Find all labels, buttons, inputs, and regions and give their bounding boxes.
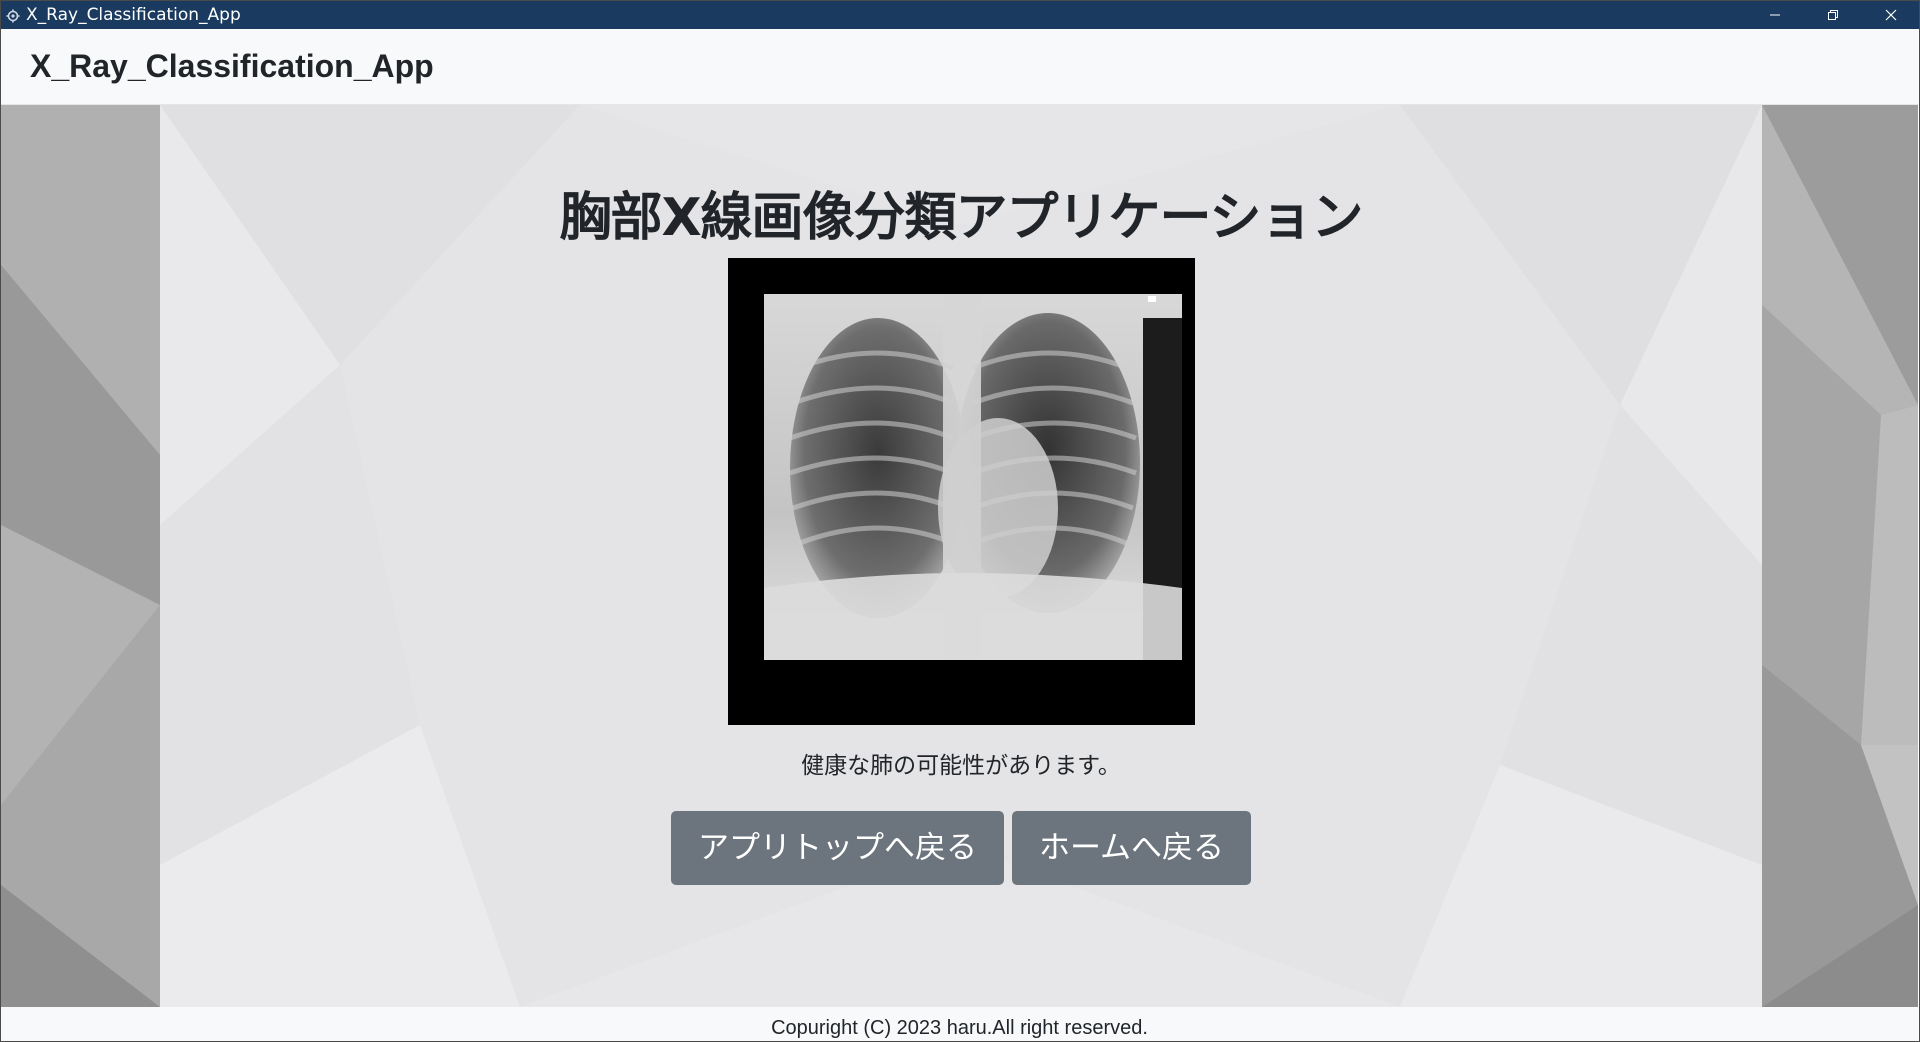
navbar-brand[interactable]: X_Ray_Classification_App (30, 48, 434, 85)
app-gear-icon (6, 8, 20, 22)
button-row: アプリトップへ戻る ホームへ戻る (160, 811, 1762, 885)
restore-icon (1828, 9, 1838, 20)
close-button[interactable] (1862, 0, 1920, 29)
close-icon (1885, 9, 1897, 20)
main-area: 胸部X線画像分類アプリケーション 健康な肺の可能性があります。 アプリトップへ戻… (1, 105, 1918, 1007)
page-title: 胸部X線画像分類アプリケーション (559, 188, 1363, 248)
xray-image (727, 258, 1195, 725)
window-title: X_Ray_Classification_App (26, 4, 241, 25)
minimize-icon (1770, 14, 1780, 15)
window-controls (1746, 0, 1920, 29)
window-titlebar: X_Ray_Classification_App (0, 0, 1920, 29)
app-navbar: X_Ray_Classification_App (1, 29, 1918, 105)
classification-result: 健康な肺の可能性があります。 (801, 753, 1121, 779)
content-panel: 胸部X線画像分類アプリケーション 健康な肺の可能性があります。 アプリトップへ戻… (160, 105, 1762, 1007)
back-to-app-top-button[interactable]: アプリトップへ戻る (670, 811, 1004, 885)
restore-button[interactable] (1804, 0, 1862, 29)
minimize-button[interactable] (1746, 0, 1804, 29)
back-to-home-button[interactable]: ホームへ戻る (1011, 811, 1252, 885)
chest-xray-image (727, 258, 1195, 725)
footer-copyright: Copuright (C) 2023 haru.All right reserv… (1, 1007, 1918, 1041)
